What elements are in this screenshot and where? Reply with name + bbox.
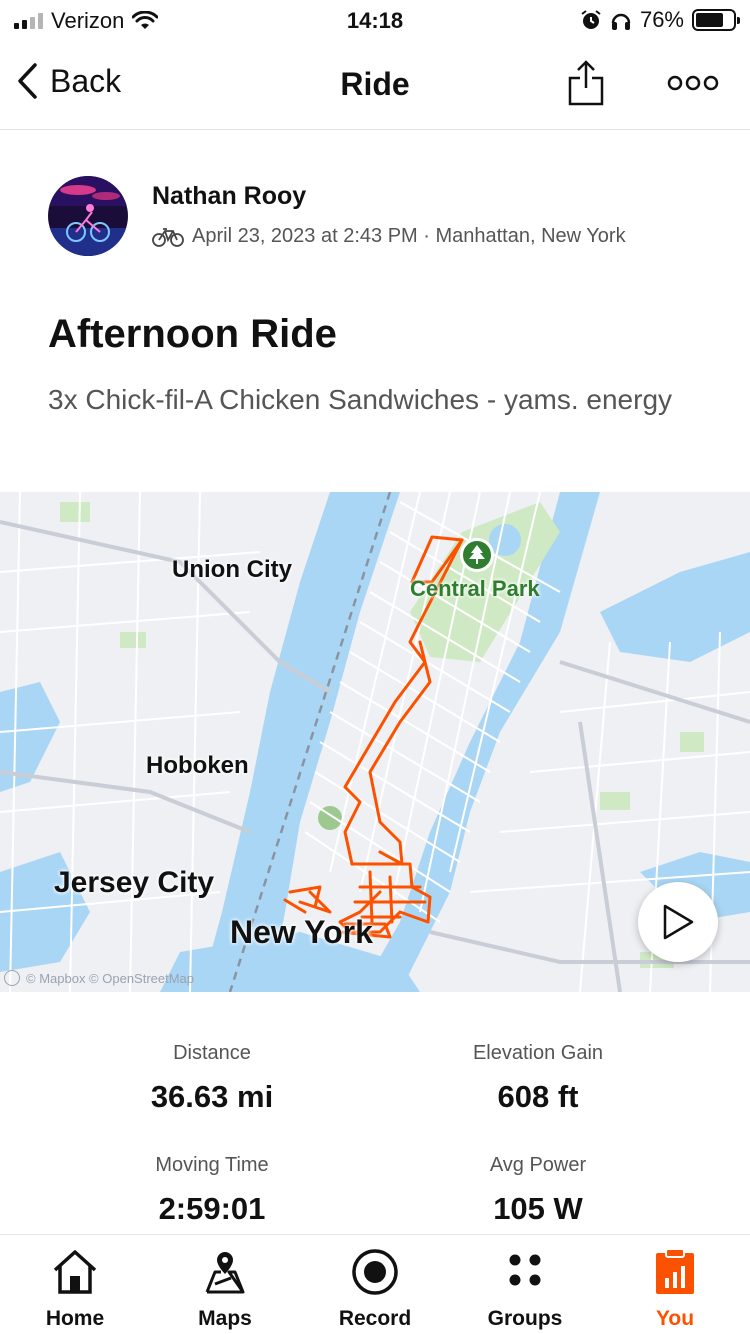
map-attribution[interactable]: © Mapbox © OpenStreetMap: [4, 970, 194, 986]
you-icon: [650, 1247, 700, 1297]
route-map[interactable]: Union City Hoboken Jersey City New York …: [0, 492, 750, 992]
map-label-union-city: Union City: [172, 556, 292, 583]
map-label-jersey-city: Jersey City: [54, 866, 215, 899]
map-label-central-park: Central Park: [410, 576, 540, 601]
stat-elevation-gain: Elevation Gain 608 ft: [388, 1042, 688, 1115]
stat-label: Elevation Gain: [472, 1042, 604, 1064]
status-right: 76%: [580, 7, 740, 33]
avatar[interactable]: [48, 176, 128, 256]
alarm-icon: [581, 10, 601, 29]
battery-icon: [692, 9, 740, 31]
tab-you[interactable]: You: [600, 1235, 750, 1334]
bike-icon: [152, 227, 184, 247]
maps-icon: [200, 1247, 250, 1297]
play-icon: [663, 904, 694, 940]
stat-label: Distance: [173, 1042, 251, 1064]
battery-percent: 76%: [639, 7, 684, 32]
stat-value: 608 ft: [497, 1079, 579, 1114]
page-title: Ride: [340, 66, 410, 102]
groups-icon: [500, 1247, 550, 1297]
tab-groups[interactable]: Groups: [450, 1235, 600, 1334]
stat-distance: Distance 36.63 mi: [62, 1042, 362, 1115]
record-icon: [350, 1247, 400, 1297]
tab-record[interactable]: Record: [300, 1235, 450, 1334]
athlete-name[interactable]: Nathan Rooy: [152, 182, 306, 211]
mapbox-logo-icon: [4, 970, 20, 986]
stat-moving-time: Moving Time 2:59:01: [62, 1154, 362, 1227]
activity-meta: April 23, 2023 at 2:43 PM · Manhattan, N…: [152, 225, 626, 248]
tab-home[interactable]: Home: [0, 1235, 150, 1334]
home-icon: [50, 1247, 100, 1297]
tab-label: Groups: [487, 1307, 563, 1330]
stat-value: 2:59:01: [158, 1191, 266, 1226]
stat-label: Moving Time: [155, 1154, 269, 1176]
tree-icon: [460, 538, 494, 572]
tab-maps[interactable]: Maps: [150, 1235, 300, 1334]
status-bar: Verizon 14:18 76%: [0, 0, 750, 40]
activity-title: Afternoon Ride: [48, 312, 337, 356]
stat-value: 36.63 mi: [150, 1079, 274, 1114]
share-icon[interactable]: [566, 58, 606, 108]
map-label-hoboken: Hoboken: [146, 752, 249, 779]
tab-label: You: [655, 1307, 695, 1330]
tab-label: Record: [338, 1307, 412, 1330]
stat-avg-power: Avg Power 105 W: [388, 1154, 688, 1227]
stat-label: Avg Power: [489, 1154, 587, 1176]
activity-meta-text: April 23, 2023 at 2:43 PM · Manhattan, N…: [192, 225, 626, 247]
map-label-new-york: New York: [230, 914, 373, 950]
stat-value: 105 W: [493, 1191, 583, 1226]
headphones-icon: [611, 13, 631, 30]
avatar-image: [48, 176, 128, 256]
tab-label: Maps: [198, 1307, 252, 1330]
activity-description: 3x Chick-fil-A Chicken Sandwiches - yams…: [48, 384, 673, 415]
tab-label: Home: [45, 1307, 105, 1330]
more-icon[interactable]: [666, 72, 720, 94]
navigation-bar: Back Ride: [0, 40, 750, 130]
play-button[interactable]: [638, 882, 718, 962]
map-attribution-text: © Mapbox © OpenStreetMap: [26, 970, 195, 986]
tab-bar: Home Maps Record Groups You: [0, 1234, 750, 1334]
